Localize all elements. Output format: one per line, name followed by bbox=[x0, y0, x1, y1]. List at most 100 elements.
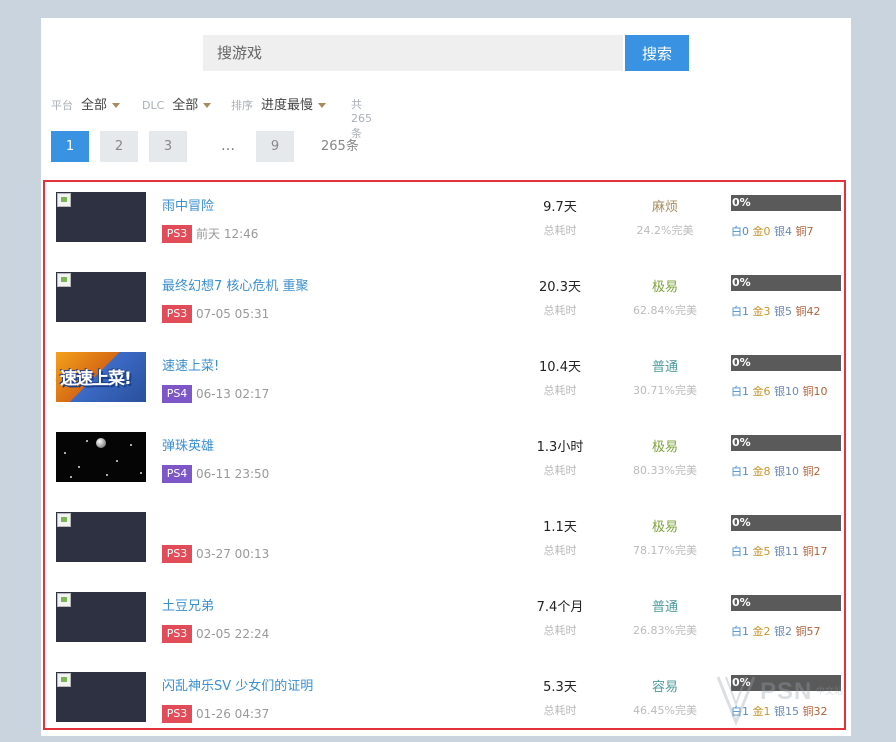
game-meta: PS4 06-11 23:50 bbox=[162, 463, 269, 483]
gold-trophy-count: 金3 bbox=[752, 305, 771, 318]
game-row[interactable]: 闪乱神乐SV 少女们的证明 PS3 01-26 04:37 5.3天 总耗时 容易 46.4… bbox=[45, 662, 844, 742]
game-cover-image[interactable] bbox=[56, 432, 146, 482]
broken-image-icon bbox=[57, 193, 71, 207]
platform-badge: PS3 bbox=[162, 224, 192, 243]
bronze-trophy-count: 铜57 bbox=[795, 625, 821, 638]
thumb-art-text: 速速上菜! bbox=[60, 369, 132, 389]
star-graphic bbox=[86, 440, 88, 442]
game-meta: PS3 02-05 22:24 bbox=[162, 623, 270, 643]
game-row[interactable]: 最终幻想7 核心危机 重聚 PS3 07-05 05:31 20.3天 总耗时 极易 62.… bbox=[45, 262, 844, 342]
pagination-ellipsis: … bbox=[221, 138, 235, 154]
game-title-link[interactable]: 土豆兄弟 bbox=[162, 595, 214, 614]
page-3-button[interactable]: 3 bbox=[149, 131, 187, 162]
search-input[interactable] bbox=[203, 35, 623, 71]
progress-text: 0% bbox=[732, 516, 751, 529]
difficulty-label: 普通 bbox=[651, 600, 678, 615]
game-row[interactable]: 土豆兄弟 PS3 02-05 22:24 7.4个月总耗时 普通 26.83%完美 0% 白1… bbox=[45, 582, 844, 662]
game-row[interactable]: 速速上菜! 速速上菜! PS4 06-13 02:17 10.4天 总耗时 普通 30.71%… bbox=[45, 342, 844, 422]
platform-filter-value: 全部 bbox=[81, 98, 108, 113]
game-cover-image[interactable] bbox=[56, 672, 146, 722]
progress-text: 0% bbox=[732, 356, 751, 369]
completion-rate: 30.71%完美 bbox=[633, 384, 697, 397]
game-cover-image[interactable]: 速速上菜! bbox=[56, 352, 146, 402]
game-list: 雨中冒险 PS3 前天 12:46 9.7天 总耗时 麻烦 24.2%完美 0% 白0 金0 银… bbox=[43, 180, 846, 730]
completion-rate: 26.83%完美 bbox=[633, 624, 697, 637]
search-button[interactable]: 搜索 bbox=[625, 35, 689, 71]
last-played-time: 07-05 05:31 bbox=[196, 306, 270, 321]
bronze-trophy-count: 铜10 bbox=[802, 385, 828, 398]
gold-trophy-count: 金5 bbox=[752, 545, 771, 558]
last-played-time: 06-13 02:17 bbox=[196, 386, 270, 401]
page-9-button[interactable]: 9 bbox=[256, 131, 294, 162]
gold-trophy-count: 金6 bbox=[752, 385, 771, 398]
difficulty-label: 极易 bbox=[651, 280, 678, 295]
game-cover-image[interactable] bbox=[56, 512, 146, 562]
game-title-link[interactable]: 速速上菜! bbox=[162, 355, 219, 374]
progress-bar: 0% bbox=[731, 355, 841, 371]
game-meta: PS4 06-13 02:17 bbox=[162, 383, 270, 403]
page-2-button[interactable]: 2 bbox=[100, 131, 138, 162]
gold-trophy-count: 金1 bbox=[752, 705, 771, 718]
total-duration-label: 总耗时 bbox=[543, 224, 577, 237]
game-title-link[interactable]: 弹珠英雄 bbox=[162, 435, 214, 454]
broken-image-icon bbox=[57, 273, 71, 287]
total-duration-label: 总耗时 bbox=[543, 624, 577, 637]
total-duration-label: 总耗时 bbox=[543, 464, 577, 477]
difficulty-label: 普通 bbox=[651, 360, 678, 375]
silver-trophy-count: 银15 bbox=[774, 705, 799, 718]
progress-text: 0% bbox=[732, 676, 751, 689]
broken-image-icon bbox=[57, 513, 71, 527]
progress-bar: 0% bbox=[731, 675, 841, 691]
total-duration-label: 总耗时 bbox=[543, 704, 577, 717]
game-row[interactable]: 雨中冒险 PS3 前天 12:46 9.7天 总耗时 麻烦 24.2%完美 0% 白0 金0 银… bbox=[45, 182, 844, 262]
star-graphic bbox=[106, 474, 108, 476]
trophy-counts: 白1 金8 银10 铜2 bbox=[731, 463, 821, 479]
platform-badge: PS3 bbox=[162, 624, 192, 643]
game-meta: PS3 前天 12:46 bbox=[162, 223, 258, 243]
trophy-counts: 白0 金0 银4 铜7 bbox=[731, 223, 814, 239]
trophy-counts: 白1 金1 银15 铜32 bbox=[731, 703, 828, 719]
game-meta: PS3 07-05 05:31 bbox=[162, 303, 270, 323]
completion-rate: 46.45%完美 bbox=[633, 704, 697, 717]
game-title-link[interactable]: 雨中冒险 bbox=[162, 195, 214, 214]
platform-filter[interactable]: 平台 全部 bbox=[51, 94, 121, 113]
caret-down-icon bbox=[318, 103, 327, 108]
difficulty-label: 极易 bbox=[651, 520, 678, 535]
game-cover-image[interactable] bbox=[56, 272, 146, 322]
sort-filter-label: 排序 bbox=[231, 99, 253, 112]
progress-text: 0% bbox=[732, 596, 751, 609]
progress-bar: 0% bbox=[731, 515, 841, 531]
game-cover-image[interactable] bbox=[56, 592, 146, 642]
broken-image-icon bbox=[57, 673, 71, 687]
total-duration: 7.4个月 bbox=[536, 600, 584, 615]
game-row[interactable]: PS3 03-27 00:13 1.1天 总耗时 极易 78.17%完美 0% 白1 金5 银… bbox=[45, 502, 844, 582]
total-duration: 1.3小时 bbox=[536, 440, 584, 455]
last-played-time: 02-05 22:24 bbox=[196, 626, 270, 641]
total-duration: 9.7天 bbox=[543, 200, 577, 215]
game-cover-image[interactable] bbox=[56, 192, 146, 242]
completion-rate: 24.2%完美 bbox=[636, 224, 694, 237]
trophy-counts: 白1 金2 银2 铜57 bbox=[731, 623, 821, 639]
sort-filter[interactable]: 排序 进度最慢 bbox=[231, 94, 327, 113]
difficulty-label: 容易 bbox=[651, 680, 678, 695]
progress-text: 0% bbox=[732, 276, 751, 289]
gold-trophy-count: 金2 bbox=[752, 625, 771, 638]
dlc-filter[interactable]: DLC 全部 bbox=[142, 94, 212, 113]
page-1-button[interactable]: 1 bbox=[51, 131, 89, 162]
game-row[interactable]: 弹珠英雄 PS4 06-11 23:50 1.3小时 总耗时 极易 80.33%完美 0% 白1… bbox=[45, 422, 844, 502]
planet-graphic bbox=[96, 438, 106, 448]
total-duration: 20.3天 bbox=[539, 280, 581, 295]
game-title-link[interactable]: 最终幻想7 核心危机 重聚 bbox=[162, 275, 309, 294]
trophy-counts: 白1 金6 银10 铜10 bbox=[731, 383, 828, 399]
star-graphic bbox=[78, 466, 80, 468]
last-played-time: 03-27 00:13 bbox=[196, 546, 270, 561]
star-graphic bbox=[70, 476, 72, 478]
pagination-total: 265条 bbox=[321, 139, 359, 154]
game-title-link[interactable]: 闪乱神乐SV 少女们的证明 bbox=[162, 675, 313, 694]
bronze-trophy-count: 铜2 bbox=[802, 465, 821, 478]
bronze-trophy-count: 铜7 bbox=[795, 225, 814, 238]
completion-rate: 78.17%完美 bbox=[633, 544, 697, 557]
trophy-counts: 白1 金5 银11 铜17 bbox=[731, 543, 828, 559]
total-duration-label: 总耗时 bbox=[543, 384, 577, 397]
progress-bar: 0% bbox=[731, 195, 841, 211]
